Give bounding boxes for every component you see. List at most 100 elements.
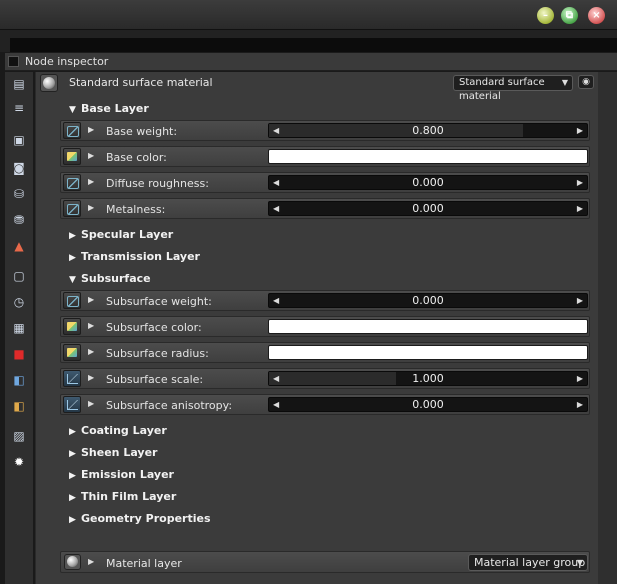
close-button[interactable]: ×: [588, 7, 605, 24]
material-type-value: Standard surface material: [459, 77, 545, 102]
param-label: Subsurface scale:: [106, 373, 204, 386]
expanded-icon: ▼: [69, 105, 76, 115]
material-header: Standard surface material Standard surfa…: [36, 72, 599, 102]
section-geometry-properties[interactable]: ▶ Geometry Properties: [69, 512, 211, 525]
subsurface-anisotropy-slider[interactable]: ◀ 0.000 ▶: [268, 397, 588, 412]
section-transmission-layer[interactable]: ▶ Transmission Layer: [69, 250, 200, 263]
expand-arrow-icon[interactable]: ▶: [88, 373, 94, 382]
material-preview-icon[interactable]: [40, 74, 58, 92]
maximize-button[interactable]: ⧉: [561, 7, 578, 24]
collapsed-icon: ▶: [69, 231, 76, 241]
metalness-slider[interactable]: ◀ 0.000 ▶: [268, 201, 588, 216]
increment-icon[interactable]: ▶: [577, 202, 583, 215]
collapsed-icon: ▶: [69, 449, 76, 459]
section-label: Specular Layer: [81, 228, 174, 241]
expand-arrow-icon[interactable]: ▶: [88, 347, 94, 356]
slider-value: 0.800: [412, 124, 444, 137]
camera-icon[interactable]: ◙: [11, 160, 27, 176]
section-subsurface[interactable]: ▼ Subsurface: [69, 272, 151, 285]
expand-arrow-icon[interactable]: ▶: [88, 125, 94, 134]
expand-arrow-icon[interactable]: ▶: [88, 399, 94, 408]
section-emission-layer[interactable]: ▶ Emission Layer: [69, 468, 174, 481]
blue-cubes-icon[interactable]: ◧: [11, 372, 27, 388]
param-row-metalness: ▶ Metalness: ◀ 0.000 ▶: [60, 198, 590, 219]
section-sheen-layer[interactable]: ▶ Sheen Layer: [69, 446, 157, 459]
section-label: Emission Layer: [81, 468, 174, 481]
color-param-icon[interactable]: [63, 318, 81, 335]
inspector-checkbox[interactable]: [8, 56, 19, 67]
section-specular-layer[interactable]: ▶ Specular Layer: [69, 228, 173, 241]
curve-param-icon[interactable]: [63, 370, 81, 387]
color-param-icon[interactable]: [63, 148, 81, 165]
section-base-layer[interactable]: ▼ Base Layer: [69, 102, 149, 115]
material-layer-preview-icon[interactable]: [64, 554, 81, 570]
param-label: Metalness:: [106, 203, 166, 216]
list-icon[interactable]: ≡: [11, 100, 27, 116]
param-row-subsurface-weight: ▶ Subsurface weight: ◀ 0.000 ▶: [60, 290, 590, 311]
light-icon[interactable]: ✹: [11, 454, 27, 470]
window-titlebar: – ⧉ ×: [0, 0, 617, 30]
section-label: Geometry Properties: [81, 512, 211, 525]
param-label: Subsurface weight:: [106, 295, 212, 308]
material-type-dropdown[interactable]: Standard surface material ▼: [453, 75, 573, 102]
section-coating-layer[interactable]: ▶ Coating Layer: [69, 424, 167, 437]
base-weight-slider[interactable]: ◀ 0.800 ▶: [268, 123, 588, 138]
float-param-icon[interactable]: [63, 122, 81, 139]
orange-cubes-icon[interactable]: ◧: [11, 398, 27, 414]
subsurface-weight-slider[interactable]: ◀ 0.000 ▶: [268, 293, 588, 308]
float-param-icon[interactable]: [63, 200, 81, 217]
subsurface-color-swatch[interactable]: [268, 319, 588, 334]
image-icon[interactable]: ▣: [11, 132, 27, 148]
database-gear-icon[interactable]: ⛃: [11, 212, 27, 228]
scrollbar-gutter[interactable]: [598, 72, 617, 584]
red-cube-icon[interactable]: ■: [11, 346, 27, 362]
chevron-down-icon: ▼: [561, 78, 568, 87]
increment-icon[interactable]: ▶: [577, 372, 583, 385]
param-label: Subsurface radius:: [106, 347, 209, 360]
subsurface-scale-slider[interactable]: ◀ 1.000 ▶: [268, 371, 588, 386]
diffuse-roughness-slider[interactable]: ◀ 0.000 ▶: [268, 175, 588, 190]
slider-value: 1.000: [412, 372, 444, 385]
param-label: Diffuse roughness:: [106, 177, 209, 190]
texture-icon[interactable]: ▦: [11, 320, 27, 336]
base-color-swatch[interactable]: [268, 149, 588, 164]
expand-arrow-icon[interactable]: ▶: [88, 151, 94, 160]
float-param-icon[interactable]: [63, 174, 81, 191]
color-param-icon[interactable]: [63, 344, 81, 361]
clock-icon[interactable]: ◷: [11, 294, 27, 310]
slider-value: 0.000: [412, 398, 444, 411]
float-param-icon[interactable]: [63, 292, 81, 309]
sidebar: ▤ ≡ ▣ ◙ ⛁ ⛃ ▲ ▢ ◷ ▦ ■ ◧ ◧ ▨ ✹: [5, 72, 33, 584]
database-icon[interactable]: ⛁: [11, 186, 27, 202]
eye-icon[interactable]: ◉: [578, 75, 594, 89]
param-row-subsurface-radius: ▶ Subsurface radius:: [60, 342, 590, 363]
increment-icon[interactable]: ▶: [577, 124, 583, 137]
section-thin-film-layer[interactable]: ▶ Thin Film Layer: [69, 490, 176, 503]
expand-arrow-icon[interactable]: ▶: [88, 177, 94, 186]
material-layer-row: ▶ Material layer Material layer group ▼: [60, 551, 590, 573]
material-layer-dropdown[interactable]: Material layer group ▼: [468, 554, 588, 571]
param-row-subsurface-anisotropy: ▶ Subsurface anisotropy: ◀ 0.000 ▶: [60, 394, 590, 415]
frame-icon[interactable]: ▢: [11, 268, 27, 284]
section-label: Subsurface: [81, 272, 151, 285]
layers-icon[interactable]: ▤: [11, 76, 27, 92]
increment-icon[interactable]: ▶: [577, 176, 583, 189]
toolbar-strip: [0, 30, 617, 52]
increment-icon[interactable]: ▶: [577, 398, 583, 411]
expand-arrow-icon[interactable]: ▶: [88, 203, 94, 212]
picture-icon[interactable]: ▨: [11, 428, 27, 444]
expand-arrow-icon[interactable]: ▶: [88, 321, 94, 330]
section-label: Thin Film Layer: [81, 490, 177, 503]
increment-icon[interactable]: ▶: [577, 294, 583, 307]
slider-value: 0.000: [412, 202, 444, 215]
material-layer-dropdown-value: Material layer group: [474, 556, 586, 569]
inspector-title: Node inspector: [25, 55, 109, 68]
curve-param-icon[interactable]: [63, 396, 81, 413]
minimize-button[interactable]: –: [537, 7, 554, 24]
slider-value: 0.000: [412, 176, 444, 189]
expand-arrow-icon[interactable]: ▶: [88, 557, 94, 566]
subsurface-radius-swatch[interactable]: [268, 345, 588, 360]
expand-arrow-icon[interactable]: ▶: [88, 295, 94, 304]
shapes-icon[interactable]: ▲: [11, 238, 27, 254]
chevron-down-icon: ▼: [576, 558, 583, 567]
